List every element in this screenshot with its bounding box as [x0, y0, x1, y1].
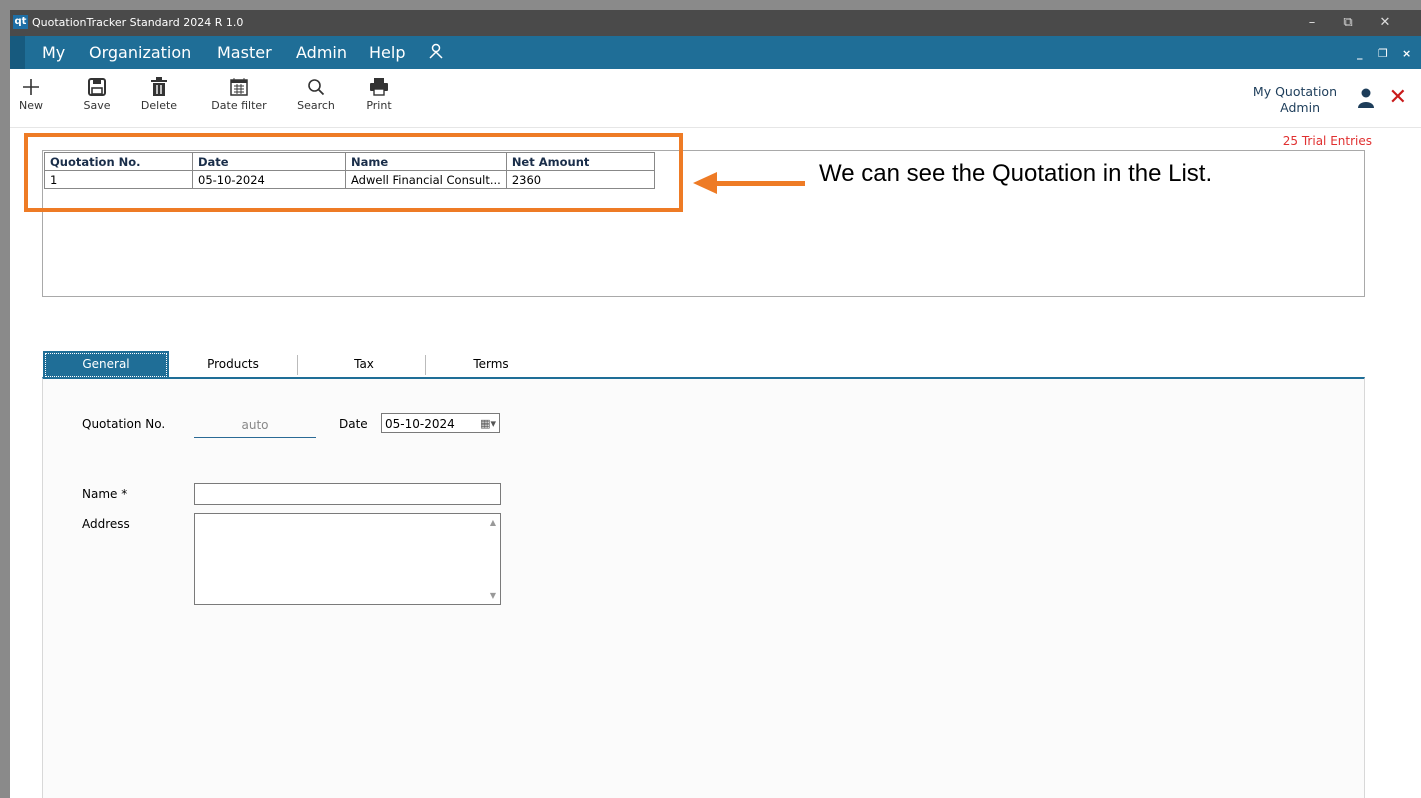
- column-header[interactable]: Quotation No.: [44, 152, 193, 171]
- floppy-disk-icon: [82, 77, 112, 101]
- trash-icon: [140, 77, 178, 101]
- window-close-button[interactable]: ✕: [1370, 13, 1400, 33]
- quotation-table: Quotation No. Date Name Net Amount 1 05-…: [44, 152, 655, 189]
- printer-icon: [365, 77, 393, 101]
- print-label: Print: [366, 99, 392, 112]
- mdi-minimize-button[interactable]: _: [1357, 47, 1363, 60]
- quotation-no-label: Quotation No.: [82, 417, 166, 431]
- tab-separator: [297, 355, 298, 375]
- table-header-row: Quotation No. Date Name Net Amount: [44, 152, 655, 171]
- app-logo-icon: qt: [13, 15, 28, 29]
- column-header[interactable]: Date: [192, 152, 346, 171]
- toolbar: New Save Delete Date filter Search Print…: [10, 69, 1421, 128]
- minimize-button[interactable]: –: [1297, 13, 1327, 33]
- mdi-restore-button[interactable]: ❐: [1378, 47, 1388, 60]
- date-filter-button[interactable]: Date filter: [209, 77, 269, 112]
- user-role: Admin: [1280, 100, 1320, 115]
- table-row[interactable]: 1 05-10-2024 Adwell Financial Consult...…: [44, 170, 655, 189]
- table-cell: 2360: [505, 170, 655, 189]
- menu-help[interactable]: Help: [369, 43, 405, 62]
- search-label: Search: [297, 99, 335, 112]
- menu-admin[interactable]: Admin: [296, 43, 347, 62]
- column-header[interactable]: Net Amount: [505, 152, 655, 171]
- address-field[interactable]: ▲ ▼: [194, 513, 501, 605]
- tab-tax[interactable]: Tax: [303, 351, 425, 377]
- mdi-close-button[interactable]: ×: [1402, 47, 1411, 60]
- table-cell: 05-10-2024: [192, 170, 346, 189]
- close-icon[interactable]: ✕: [1389, 85, 1407, 110]
- table-cell: 1: [44, 170, 193, 189]
- user-company: My Quotation: [1252, 84, 1337, 99]
- name-label: Name *: [82, 487, 128, 501]
- plus-icon: [18, 77, 44, 101]
- annotation-text: We can see the Quotation in the List.: [819, 160, 1213, 187]
- menu-bar-edge: [10, 36, 25, 69]
- calendar-dropdown-icon[interactable]: ▦▾: [480, 414, 496, 434]
- table-cell: Adwell Financial Consult...: [345, 170, 507, 189]
- print-button[interactable]: Print: [365, 77, 393, 112]
- app-window: qt QuotationTracker Standard 2024 R 1.0 …: [10, 10, 1421, 798]
- menu-organization[interactable]: Organization: [89, 43, 191, 62]
- person-icon[interactable]: [428, 43, 444, 63]
- arrow-line: [715, 181, 805, 186]
- delete-label: Delete: [140, 99, 178, 112]
- menu-bar: My Organization Master Admin Help _ ❐ ×: [10, 36, 1421, 69]
- quotation-no-field: auto: [194, 415, 316, 438]
- tab-separator: [425, 355, 426, 375]
- scroll-down-icon[interactable]: ▼: [490, 591, 496, 600]
- menu-my[interactable]: My: [42, 43, 65, 62]
- search-icon: [296, 77, 336, 101]
- menu-master[interactable]: Master: [217, 43, 272, 62]
- title-bar: qt QuotationTracker Standard 2024 R 1.0 …: [10, 10, 1421, 36]
- delete-button[interactable]: Delete: [140, 77, 178, 112]
- arrow-head: [693, 172, 717, 194]
- date-value: 05-10-2024: [385, 417, 455, 431]
- address-label: Address: [82, 517, 130, 531]
- user-icon[interactable]: [1357, 88, 1375, 113]
- save-button[interactable]: Save: [82, 77, 112, 112]
- column-header[interactable]: Name: [345, 152, 507, 171]
- date-filter-label: Date filter: [211, 99, 267, 112]
- tab-general[interactable]: General: [43, 351, 169, 379]
- tab-terms[interactable]: Terms: [431, 351, 551, 377]
- trial-entries-text: 25 Trial Entries: [1282, 134, 1372, 148]
- date-picker[interactable]: 05-10-2024 ▦▾: [381, 413, 500, 433]
- new-label: New: [19, 99, 43, 112]
- search-button[interactable]: Search: [296, 77, 336, 112]
- calendar-icon: [209, 77, 269, 101]
- scroll-up-icon[interactable]: ▲: [490, 518, 496, 527]
- tab-products[interactable]: Products: [173, 351, 293, 377]
- save-label: Save: [83, 99, 111, 112]
- window-title: QuotationTracker Standard 2024 R 1.0: [32, 16, 244, 29]
- new-button[interactable]: New: [18, 77, 44, 112]
- restore-button[interactable]: ⧉: [1333, 13, 1363, 33]
- date-label: Date: [339, 417, 368, 431]
- name-field[interactable]: [194, 483, 501, 505]
- user-info: My Quotation Admin: [1253, 84, 1337, 116]
